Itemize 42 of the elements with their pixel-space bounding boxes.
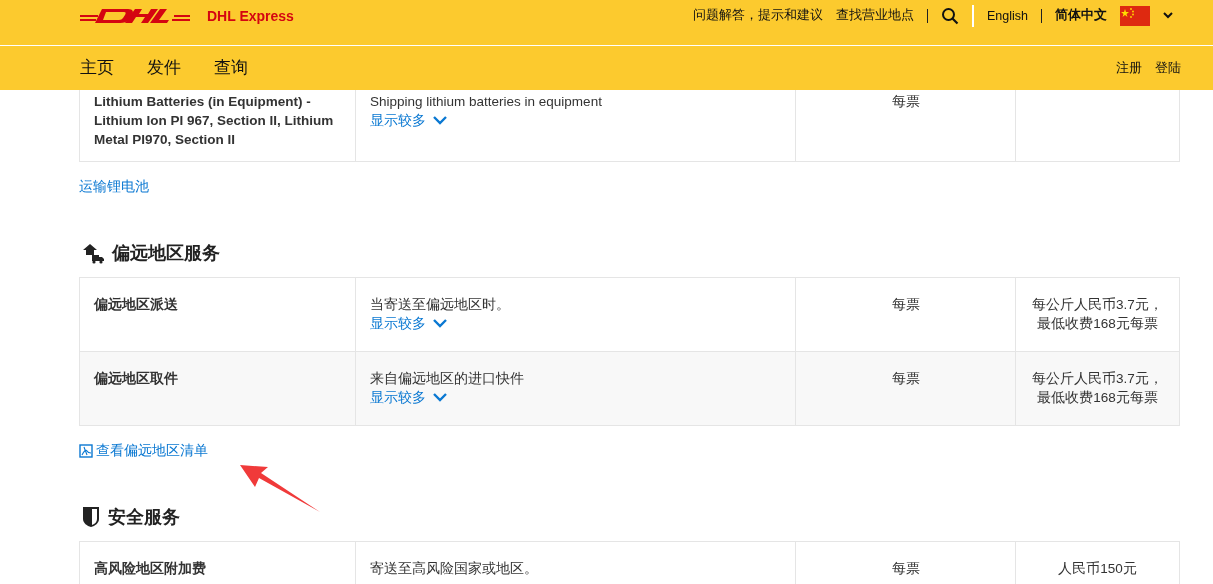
nav-item[interactable]: 主页 xyxy=(80,57,114,79)
shield-icon xyxy=(82,506,100,528)
house-truck-icon xyxy=(82,242,104,264)
service-description: 寄送至高风险国家或地区。 xyxy=(370,560,539,578)
charge-unit: 每票 xyxy=(890,296,921,314)
charge-unit: 每票 xyxy=(890,370,921,388)
service-description: 当寄送至偏远地区时。 xyxy=(370,296,511,314)
header-link[interactable]: 查找营业地点 xyxy=(836,7,914,24)
service-price: 每公斤人民币3.7元， xyxy=(1031,370,1164,388)
show-more-link[interactable]: 显示较多 xyxy=(370,314,447,333)
account-link[interactable]: 注册 xyxy=(1116,59,1142,77)
service-price: 最低收费168元每票 xyxy=(1036,315,1159,333)
chevron-down-icon xyxy=(433,393,447,402)
account-link[interactable]: 登陆 xyxy=(1155,59,1181,77)
show-more-link[interactable]: 显示较多 xyxy=(370,388,447,407)
flag-icon[interactable] xyxy=(1120,5,1150,26)
service-name: 偏远地区派送 xyxy=(94,296,179,314)
nav-item[interactable]: 查询 xyxy=(214,57,248,79)
section-title: 偏远地区服务 xyxy=(112,242,220,265)
service-name: 高风险地区附加费 xyxy=(94,560,207,578)
chevron-down-icon[interactable] xyxy=(1163,12,1173,19)
header-link[interactable]: 问题解答，提示和建议 xyxy=(693,7,823,24)
nav-item[interactable]: 发件 xyxy=(147,57,181,79)
search-icon[interactable] xyxy=(941,6,959,25)
charge-unit: 每票 xyxy=(890,560,921,578)
service-price: 每公斤人民币3.7元， xyxy=(1031,296,1164,314)
service-description: 来自偏远地区的进口快件 xyxy=(370,370,525,388)
chevron-down-icon xyxy=(433,319,447,328)
charge-unit: 每票 xyxy=(890,93,921,111)
section-link[interactable]: 查看偏远地区清单 xyxy=(79,442,208,460)
show-more-link[interactable]: 显示较多 xyxy=(370,111,447,130)
service-description: Shipping lithium batteries in equipment xyxy=(370,93,603,111)
service-price: 人民币150元 xyxy=(1057,560,1138,578)
chevron-down-icon xyxy=(433,116,447,125)
service-name: Lithium Batteries (in Equipment) - Lithium Ion PI 967, Section II, Lithium Metal PI970, Section II xyxy=(94,93,335,149)
section-title: 安全服务 xyxy=(108,506,180,529)
logo-text: DHL Express xyxy=(207,7,294,24)
language-link[interactable]: 简体中文 xyxy=(1055,7,1107,24)
service-price: 最低收费168元每票 xyxy=(1036,389,1159,407)
language-link[interactable]: English xyxy=(987,8,1028,23)
section-link[interactable]: 运输锂电池 xyxy=(79,178,149,196)
service-name: 偏远地区取件 xyxy=(94,370,179,388)
